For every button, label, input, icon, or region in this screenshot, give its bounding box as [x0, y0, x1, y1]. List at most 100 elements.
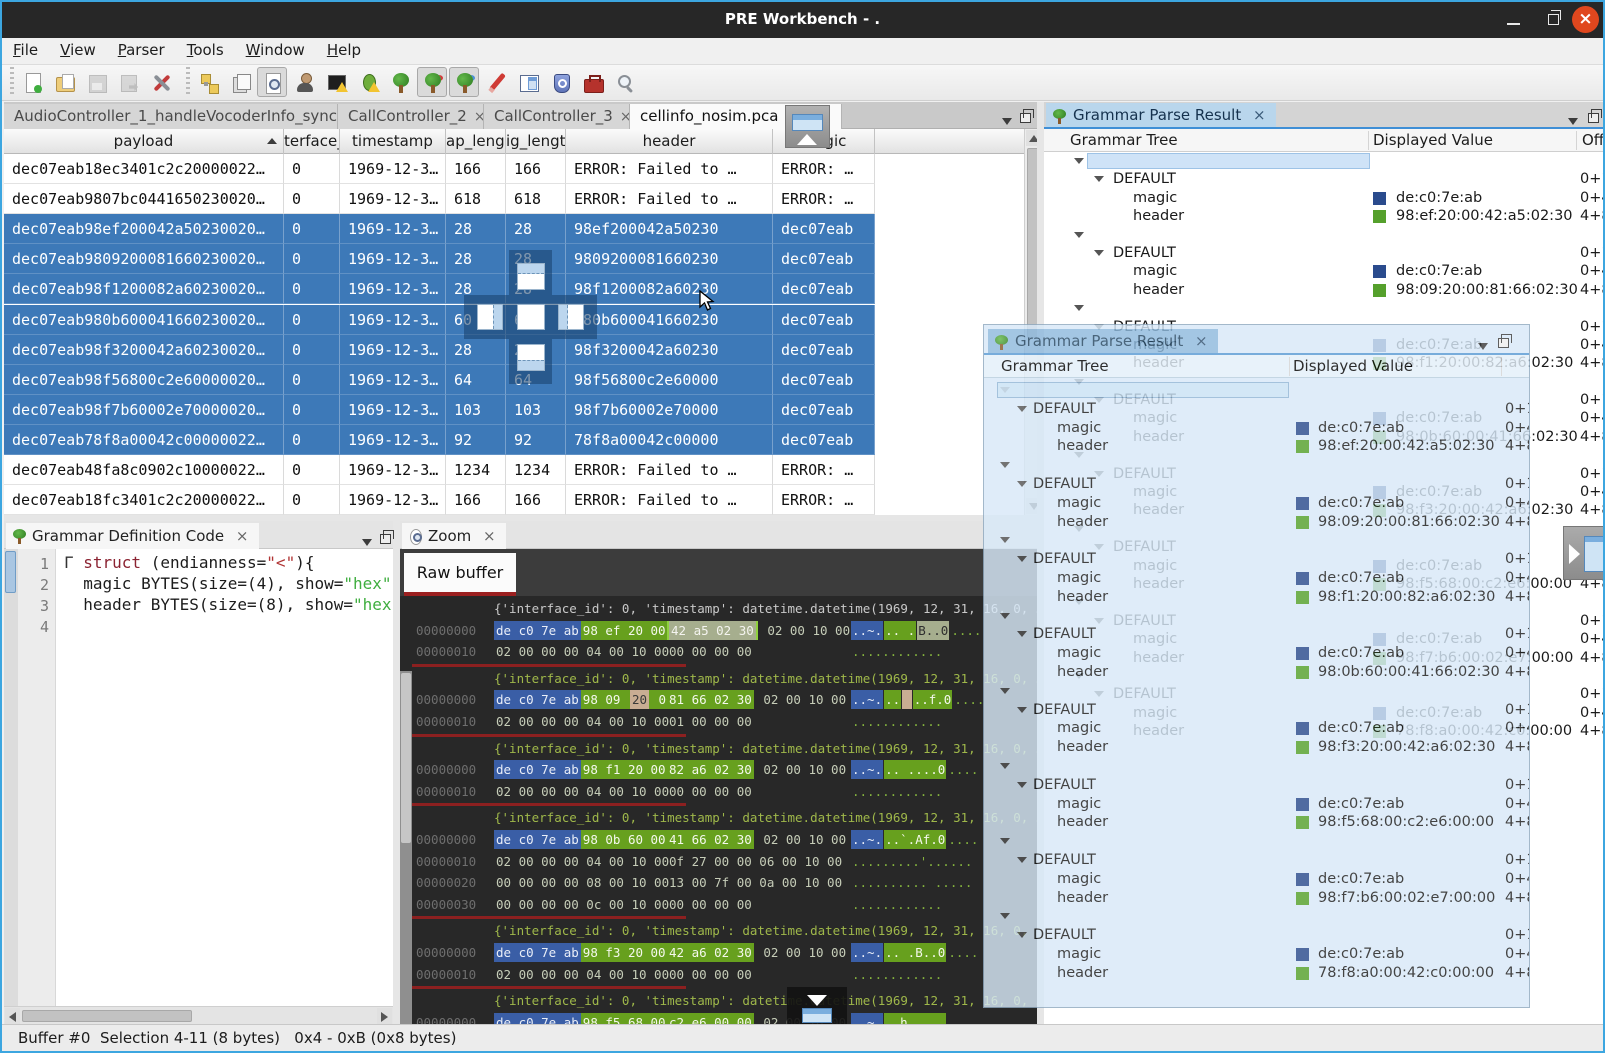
close-tab-icon[interactable]: × — [1195, 332, 1208, 350]
floating-parse-window[interactable]: Grammar Parse Result × Grammar Tree Disp… — [983, 324, 1530, 1008]
highlight-pen-button[interactable] — [481, 67, 511, 97]
tree-root-row[interactable] — [984, 832, 1530, 851]
table-row[interactable]: dec07eab98f1200082a60230020…01969-12-3…2… — [4, 274, 875, 304]
tree-structure-button[interactable] — [193, 67, 223, 97]
tree-root-row[interactable] — [984, 456, 1530, 475]
tree-field-row[interactable]: header98:f1:20:00:82:a6:02:304+8 — [984, 588, 1530, 607]
preview-file-button[interactable] — [257, 67, 287, 97]
tree-node-row[interactable]: DEFAULT0+16 — [984, 851, 1530, 870]
expand-arrow-icon[interactable] — [1017, 707, 1027, 713]
table-row[interactable]: dec07eab98f7b60002e70000020…01969-12-3…1… — [4, 395, 875, 425]
column-header-ig_lengt[interactable]: ig_lengt — [506, 129, 566, 154]
tab-list-dropdown[interactable] — [1002, 110, 1012, 129]
windows-stack-button[interactable] — [225, 67, 255, 97]
scrollbar-handle[interactable] — [22, 1010, 192, 1022]
code-panel-detach[interactable] — [380, 529, 391, 548]
table-row[interactable]: dec07eab78f8a00042c00000022…01969-12-3…9… — [4, 425, 875, 455]
data-grid-button[interactable] — [513, 67, 543, 97]
column-header-timestamp[interactable]: timestamp — [340, 129, 446, 154]
hex-left-scrollbar[interactable] — [400, 671, 412, 1024]
tree-field-row[interactable]: header98:f3:20:00:42:a6:02:304+8 — [984, 738, 1530, 757]
tree-field-row[interactable]: header98:09:20:00:81:66:02:304+8 — [1044, 281, 1605, 299]
tree-field-row[interactable]: header98:0b:60:00:41:66:02:304+8 — [984, 663, 1530, 682]
table-row[interactable]: dec07eab98f56800c2e60000020…01969-12-3…6… — [4, 365, 875, 395]
tree-field-row[interactable]: header98:09:20:00:81:66:02:304+8 — [984, 513, 1530, 532]
tree-root-row[interactable] — [984, 381, 1530, 400]
tree-field-row[interactable]: magicde:c0:7e:ab0+4 — [1044, 189, 1605, 207]
close-tab-icon[interactable]: × — [1253, 106, 1266, 124]
grammar-tree-options-button[interactable] — [449, 67, 479, 97]
expand-arrow-icon[interactable] — [1000, 537, 1010, 543]
new-file-button[interactable] — [17, 67, 47, 97]
expand-arrow-icon[interactable] — [1017, 857, 1027, 863]
code-left-scrollbar[interactable] — [4, 549, 18, 1006]
expand-arrow-icon[interactable] — [1017, 782, 1027, 788]
tree-field-row[interactable]: magicde:c0:7e:ab0+4 — [1044, 262, 1605, 280]
menu-parser[interactable]: Parser — [107, 38, 176, 62]
tree-field-row[interactable]: header98:f5:68:00:c2:e6:00:004+8 — [984, 813, 1530, 832]
inspect-shield-button[interactable] — [545, 67, 575, 97]
tab-grammar-parse-result[interactable]: Grammar Parse Result × — [1046, 103, 1276, 127]
menu-view[interactable]: View — [49, 38, 107, 62]
toolbox-button[interactable] — [577, 67, 607, 97]
column-displayed-value[interactable]: Displayed Value — [1373, 131, 1493, 149]
tree-root-row[interactable] — [1044, 226, 1605, 244]
expand-arrow-icon[interactable] — [1017, 556, 1027, 562]
tab-raw-buffer[interactable]: Raw buffer — [404, 553, 516, 592]
tree-field-row[interactable]: header98:ef:20:00:42:a5:02:304+8 — [984, 437, 1530, 456]
close-tab-icon[interactable]: × — [474, 109, 484, 125]
tab-grammar-definition[interactable]: Grammar Definition Code × — [6, 523, 259, 549]
expand-arrow-icon[interactable] — [1000, 462, 1010, 468]
tools-button[interactable] — [145, 67, 175, 97]
tree-root-row[interactable] — [984, 607, 1530, 626]
minimize-button[interactable] — [1500, 6, 1528, 34]
tree-node-row[interactable]: DEFAULT0+16 — [1044, 170, 1605, 188]
parse-tree-button[interactable] — [385, 67, 415, 97]
tree-node-row[interactable]: DEFAULT0+16 — [1044, 244, 1605, 262]
tab-zoom[interactable]: Zoom × — [402, 523, 506, 549]
tree-root-row[interactable] — [984, 682, 1530, 701]
expand-arrow-icon[interactable] — [1074, 232, 1084, 238]
floating-panel-menu[interactable] — [1478, 335, 1488, 354]
floating-tab-grammar-parse-result[interactable]: Grammar Parse Result × — [988, 329, 1218, 353]
tree-node-row[interactable]: DEFAULT0+16 — [984, 625, 1530, 644]
tree-field-row[interactable]: magicde:c0:7e:ab0+4 — [984, 945, 1530, 964]
close-tab-icon[interactable]: × — [483, 527, 496, 545]
search-button[interactable] — [609, 67, 639, 97]
debug-bug-button[interactable] — [353, 67, 383, 97]
tree-root-row[interactable] — [1044, 152, 1605, 170]
scroll-left-button[interactable] — [5, 1008, 20, 1024]
tree-field-row[interactable]: magicde:c0:7e:ab0+4 — [984, 569, 1530, 588]
terminal-warning-button[interactable] — [321, 67, 351, 97]
tree-root-row[interactable] — [984, 907, 1530, 926]
tree-node-row[interactable]: DEFAULT0+16 — [984, 400, 1530, 419]
table-row[interactable]: dec07eab98ef200042a50230020…01969-12-3…2… — [4, 214, 875, 244]
table-row[interactable]: dec07eab98f3200042a60230020…01969-12-3…2… — [4, 335, 875, 365]
column-header-ap_lengt[interactable]: ap_lengt — [446, 129, 506, 154]
vertical-splitter-code-zoom[interactable] — [393, 521, 400, 1024]
tab-CallController_2[interactable]: CallController_2× — [338, 104, 484, 129]
edit-grammar-tree-button[interactable] — [417, 67, 447, 97]
column-header-terface_[interactable]: terface_ — [284, 129, 340, 154]
expand-arrow-icon[interactable] — [1074, 158, 1084, 164]
tree-field-row[interactable]: magicde:c0:7e:ab0+4 — [984, 795, 1530, 814]
code-panel-menu[interactable] — [362, 531, 372, 550]
close-button[interactable]: × — [1572, 6, 1599, 33]
expand-arrow-icon[interactable] — [1017, 481, 1027, 487]
table-row[interactable]: dec07eab48fa8c0902c10000022…01969-12-3…1… — [4, 455, 875, 485]
tree-field-row[interactable]: magicde:c0:7e:ab0+4 — [984, 419, 1530, 438]
menu-tools[interactable]: Tools — [176, 38, 235, 62]
expand-arrow-icon[interactable] — [1094, 250, 1104, 256]
maximize-button[interactable] — [1540, 6, 1568, 34]
tree-node-row[interactable]: DEFAULT0+16 — [984, 475, 1530, 494]
tree-field-row[interactable]: magicde:c0:7e:ab0+4 — [984, 494, 1530, 513]
table-row[interactable]: dec07eab18ec3401c2c20000022…01969-12-3…1… — [4, 154, 875, 184]
code-horizontal-scrollbar[interactable] — [4, 1006, 393, 1024]
open-folder-button[interactable] — [49, 67, 79, 97]
column-offset[interactable]: Offset — [1582, 131, 1605, 149]
column-grammar-tree[interactable]: Grammar Tree — [1070, 131, 1178, 149]
parse-column-header[interactable]: Grammar Tree Displayed Value Offset — [1044, 129, 1605, 152]
tree-node-row[interactable]: DEFAULT0+16 — [984, 776, 1530, 795]
tree-field-row[interactable]: header78:f8:a0:00:42:c0:00:004+8 — [984, 964, 1530, 983]
close-tab-icon[interactable]: × — [236, 527, 249, 545]
